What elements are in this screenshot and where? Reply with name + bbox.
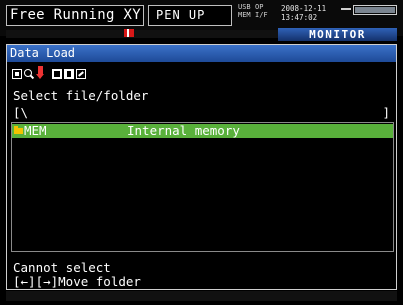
folder-description: Internal memory (127, 123, 240, 138)
op-label: OP (255, 3, 264, 11)
data-load-dialog: Data Load Select file/folder [\ ] MEM In… (6, 44, 397, 290)
run-mode-label: Free Running XY (6, 5, 144, 26)
select-icon[interactable] (52, 69, 62, 79)
date-label: 2008-12-11 (281, 4, 327, 13)
if-label: I/F (255, 11, 268, 19)
file-icon[interactable] (64, 69, 74, 79)
edit-icon[interactable] (76, 69, 86, 79)
help-message: [←][→]Move folder (13, 274, 141, 289)
monitor-tab[interactable]: MONITOR (278, 28, 397, 41)
datetime: 2008-12-11 13:47:02 (281, 4, 326, 22)
usb-label: USB (238, 3, 251, 11)
dialog-title: Data Load (7, 45, 396, 62)
path-open: [\ (13, 105, 29, 120)
folder-icon (14, 126, 23, 134)
pen-state-label: PEN UP (148, 5, 232, 26)
list-item[interactable]: MEM Internal memory (12, 124, 393, 138)
folder-name: MEM (24, 123, 47, 138)
first-icon[interactable] (12, 69, 22, 79)
status-message: Cannot select (13, 260, 111, 275)
path-close: ] (382, 105, 390, 120)
search-icon[interactable] (24, 69, 34, 79)
io-status: USB OP MEM I/F (238, 3, 276, 31)
load-icon[interactable] (36, 66, 46, 79)
select-prompt: Select file/folder (13, 88, 149, 103)
current-path: [\ ] (13, 106, 393, 120)
battery-icon (353, 5, 397, 15)
file-list: MEM Internal memory (11, 122, 394, 252)
mem-label: MEM (238, 11, 251, 19)
power-arrow-icon (341, 8, 351, 10)
record-indicator-icon (124, 29, 134, 37)
time-label: 13:47:02 (281, 13, 318, 22)
footer-strip (6, 291, 397, 301)
